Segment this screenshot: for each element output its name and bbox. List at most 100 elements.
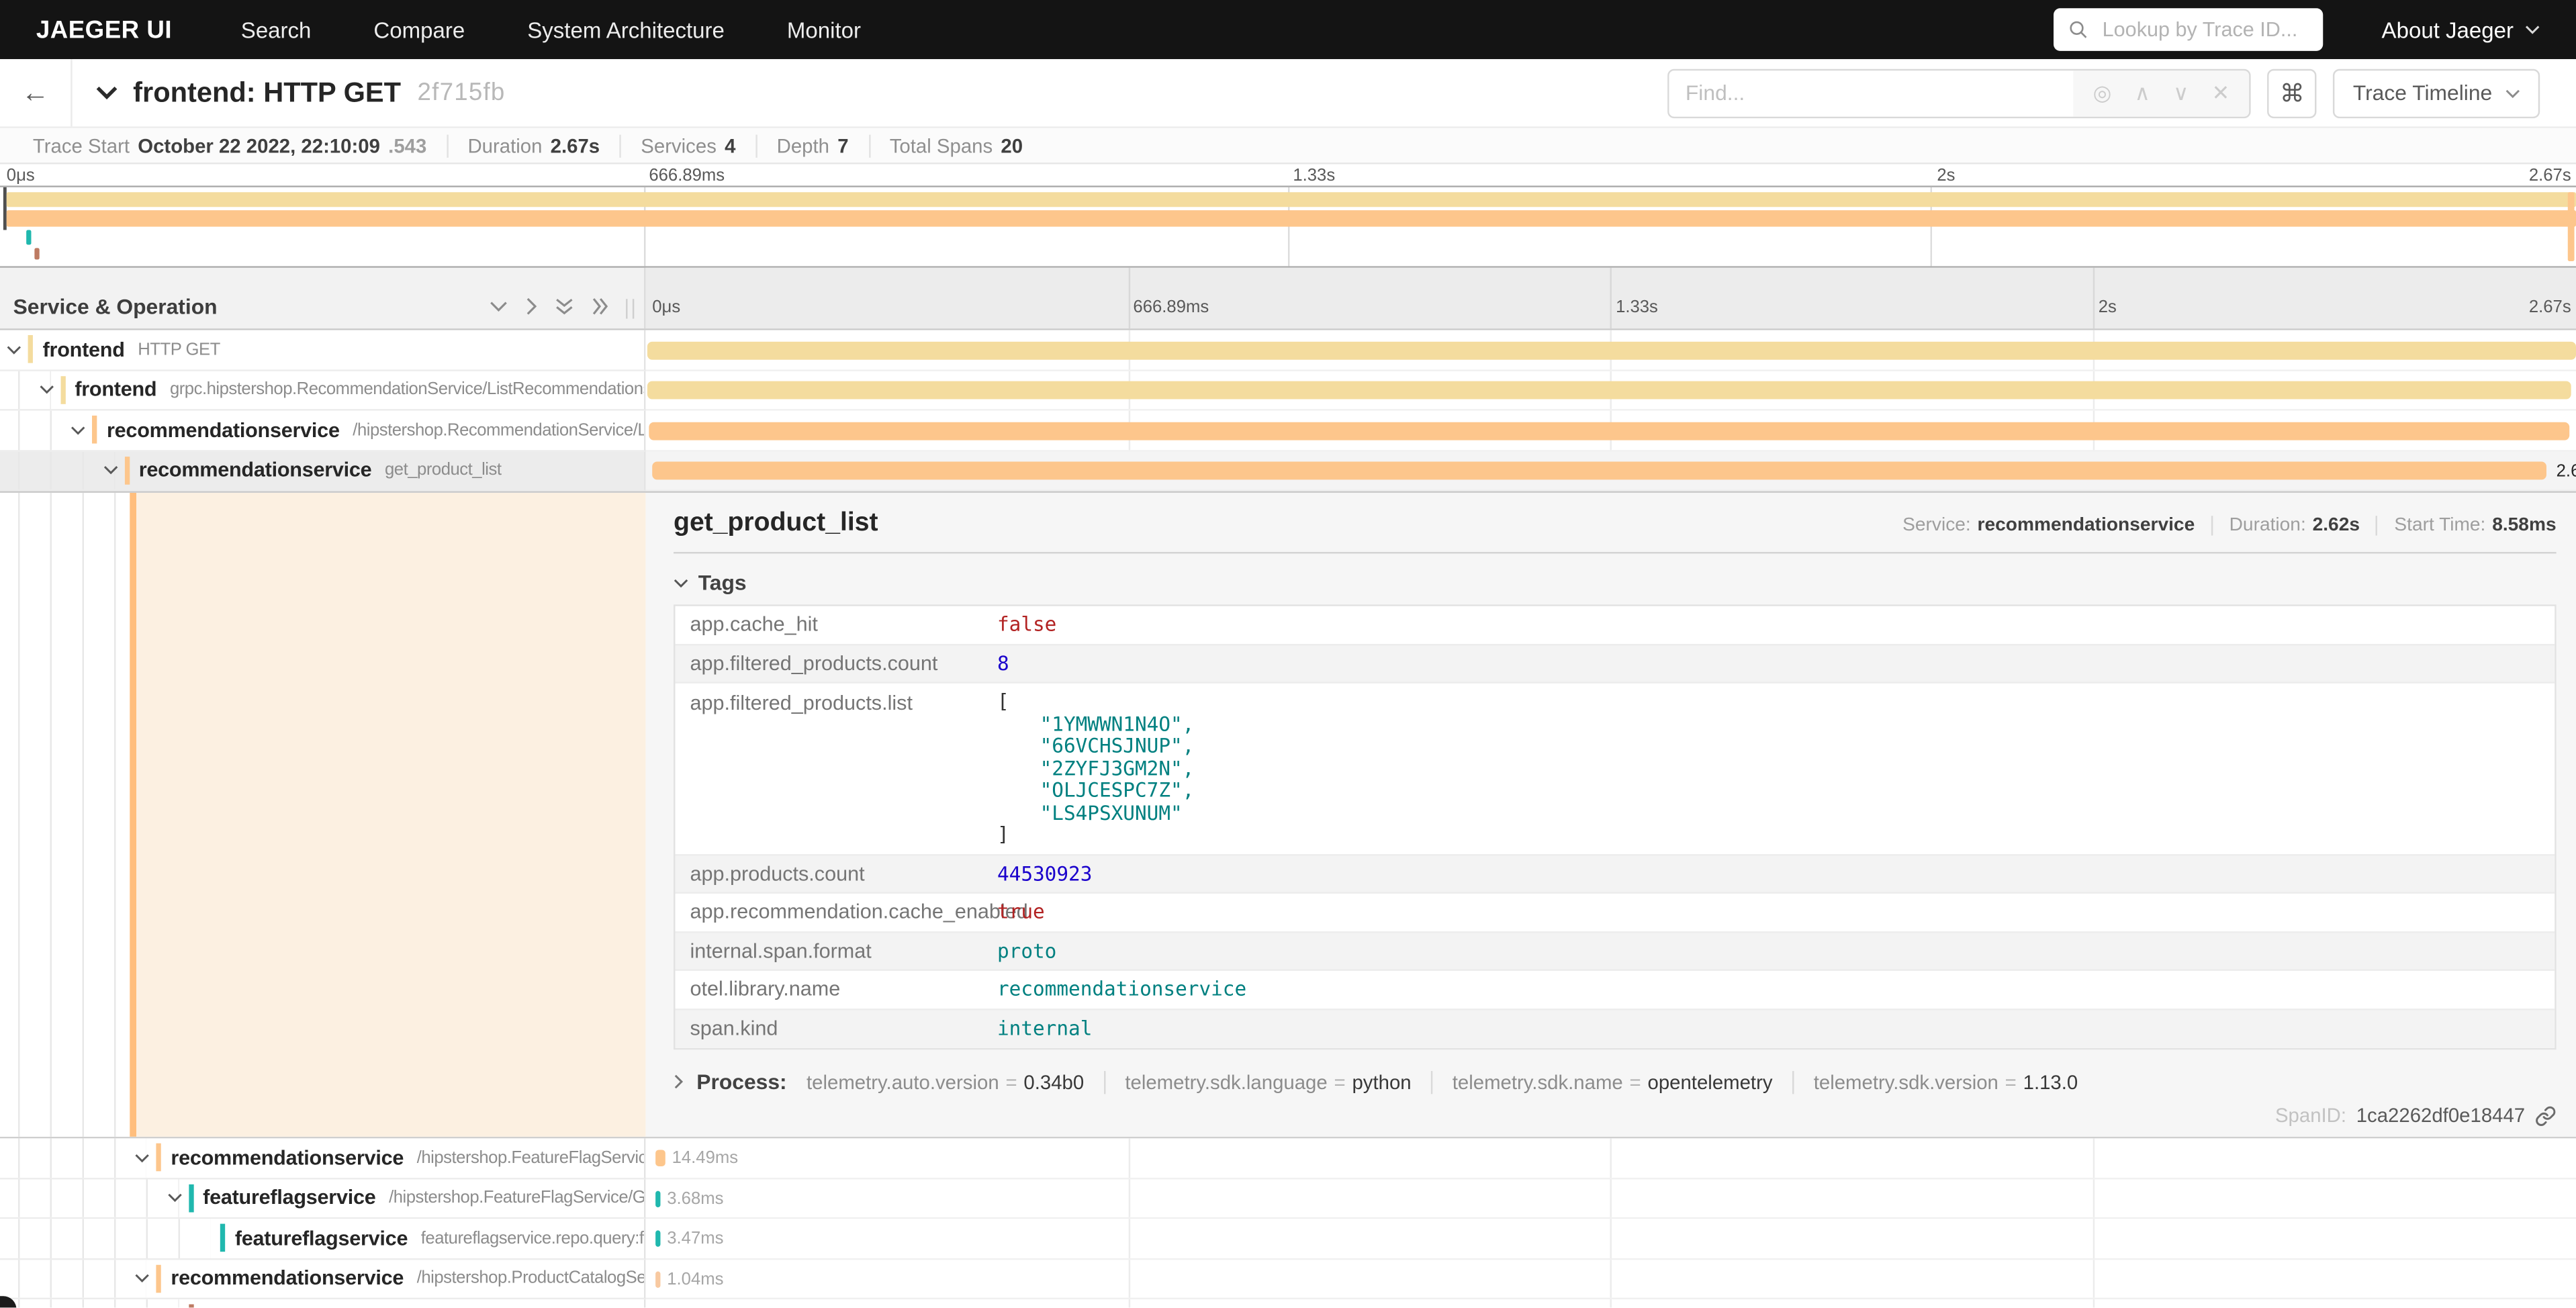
locate-span-icon[interactable]: ◎ (2093, 80, 2112, 106)
process-value: 0.34b0 (1023, 1070, 1084, 1093)
column-resize-grip[interactable] (626, 299, 634, 318)
span-name-cell[interactable]: recommendationservice /hipstershop.Produ… (0, 1259, 645, 1299)
tag-value: true (997, 900, 1045, 923)
span-name-cell[interactable] (0, 1299, 645, 1307)
tag-row: internal.span.format proto (675, 932, 2555, 970)
collapse-all-icon[interactable] (555, 297, 573, 316)
back-button[interactable]: ← (0, 59, 73, 126)
process-entry: telemetry.sdk.name = opentelemetry (1431, 1070, 1792, 1093)
about-jaeger-label: About Jaeger (2382, 17, 2514, 42)
meta-start-time: Start Time: 8.58ms (2376, 516, 2556, 535)
indent-guides (18, 493, 146, 1137)
trace-header-controls: ◎ ∧ ∨ ✕ ⌘ Trace Timeline (1667, 68, 2540, 118)
span-duration-bar[interactable] (655, 1190, 660, 1206)
span-row-recommendationservice-list[interactable]: recommendationservice /hipstershop.Recom… (0, 411, 2576, 451)
span-color-bar (220, 1224, 225, 1252)
span-name-cell[interactable]: frontend HTTP GET (0, 330, 645, 371)
minimap-span-bar (7, 210, 2576, 226)
process-section-toggle[interactable]: Process: telemetry.auto.version = 0.34b0… (674, 1070, 2557, 1094)
nav-item-monitor[interactable]: Monitor (787, 17, 861, 42)
process-key: telemetry.sdk.language (1125, 1070, 1327, 1093)
indent-guides (18, 1138, 146, 1176)
trace-id-lookup-input[interactable] (2099, 16, 2308, 42)
chevron-down-icon[interactable] (135, 1274, 150, 1284)
expand-all-icon[interactable] (592, 297, 610, 316)
minimap-span-bar (2568, 192, 2575, 261)
span-duration-bar[interactable] (649, 422, 2569, 440)
span-row-frontend-listrecommendations[interactable]: frontend grpc.hipstershop.Recommendation… (0, 371, 2576, 411)
span-row-get-product-list[interactable]: recommendationservice get_product_list 2… (0, 451, 2576, 492)
span-timeline-cell[interactable] (645, 411, 2576, 451)
find-clear-icon[interactable]: ✕ (2212, 80, 2230, 106)
span-timeline-cell[interactable] (645, 330, 2576, 371)
span-name-cell[interactable]: featureflagservice /hipstershop.FeatureF… (0, 1178, 645, 1219)
trace-id-short: 2f715fb (418, 79, 506, 107)
span-name-cell[interactable]: recommendationservice /hipstershop.Recom… (0, 411, 645, 451)
tag-row: app.products.count 44530923 (675, 855, 2555, 893)
summary-total-spans: Total Spans 20 (870, 134, 1042, 156)
minimap-span-bar (34, 248, 39, 259)
span-duration-bar[interactable] (647, 341, 2576, 359)
trace-minimap[interactable] (0, 185, 2576, 267)
summary-label: Depth (777, 134, 829, 156)
tag-key: span.kind (675, 1017, 997, 1040)
tag-value: 44530923 (997, 862, 1092, 885)
nav-item-search[interactable]: Search (241, 17, 312, 42)
minimap-tick: 0μs (7, 166, 35, 185)
span-row-partial[interactable] (0, 1299, 2576, 1307)
chevron-down-icon[interactable] (135, 1153, 150, 1163)
chevron-down-icon[interactable] (71, 425, 85, 435)
chevron-down-icon (2525, 25, 2540, 35)
span-duration-bar[interactable] (655, 1230, 660, 1246)
span-row-featureflag-check[interactable]: recommendationservice /hipstershop.Featu… (0, 1138, 2576, 1178)
span-name-cell[interactable]: featureflagservice featureflagservice.re… (0, 1219, 645, 1259)
collapse-one-icon[interactable] (490, 301, 508, 312)
app-brand[interactable]: JAEGER UI (36, 15, 172, 44)
nav-item-system-architecture[interactable]: System Architecture (527, 17, 725, 42)
span-duration-bar[interactable] (652, 461, 2546, 479)
copy-link-icon[interactable] (2535, 1105, 2557, 1126)
about-jaeger-menu[interactable]: About Jaeger (2382, 17, 2540, 42)
minimap-tick: 2.67s (2529, 166, 2571, 185)
span-row-featureflagservice-repo-query[interactable]: featureflagservice featureflagservice.re… (0, 1219, 2576, 1259)
meta-value: 8.58ms (2492, 516, 2556, 535)
find-input[interactable] (1669, 70, 2073, 116)
expand-one-icon[interactable] (526, 297, 537, 316)
find-prev-icon[interactable]: ∧ (2135, 80, 2150, 106)
tags-section-toggle[interactable]: Tags (674, 570, 2557, 595)
find-next-icon[interactable]: ∨ (2173, 80, 2189, 106)
process-value: 1.13.0 (2023, 1070, 2078, 1093)
trace-collapse-toggle[interactable] (95, 85, 118, 100)
span-duration-bar[interactable] (655, 1270, 660, 1287)
span-name-cell[interactable]: frontend grpc.hipstershop.Recommendation… (0, 371, 645, 411)
span-duration-label: 2.62s (2557, 461, 2576, 481)
chevron-down-icon[interactable] (38, 385, 53, 395)
span-timeline-cell[interactable]: 3.68ms (645, 1178, 2576, 1219)
span-name-cell[interactable]: recommendationservice get_product_list (0, 451, 645, 492)
chevron-down-icon[interactable] (7, 344, 21, 355)
chevron-down-icon[interactable] (103, 465, 118, 475)
nav-item-compare[interactable]: Compare (373, 17, 465, 42)
span-timeline-cell[interactable]: 14.49ms (645, 1138, 2576, 1178)
span-name-cell[interactable]: recommendationservice /hipstershop.Featu… (0, 1138, 645, 1178)
chevron-down-icon[interactable] (167, 1193, 181, 1203)
meta-duration: Duration: 2.62s (2211, 516, 2360, 535)
span-row-frontend-httpget[interactable]: frontend HTTP GET (0, 330, 2576, 371)
summary-label: Trace Start (33, 134, 130, 156)
span-row-productcatalog[interactable]: recommendationservice /hipstershop.Produ… (0, 1259, 2576, 1299)
keyboard-shortcuts-button[interactable]: ⌘ (2268, 68, 2317, 118)
list-item: "1YMWWN1N4O", (997, 714, 1194, 736)
span-timeline-cell[interactable] (645, 1299, 2576, 1307)
span-duration-bar[interactable] (647, 381, 2571, 400)
span-row-featureflagservice-get[interactable]: featureflagservice /hipstershop.FeatureF… (0, 1178, 2576, 1219)
span-timeline-cell[interactable]: 2.62s (645, 451, 2576, 492)
tree-controls (490, 297, 610, 319)
trace-view-selector[interactable]: Trace Timeline (2333, 68, 2540, 118)
span-timeline-cell[interactable]: 3.47ms (645, 1219, 2576, 1259)
span-timeline-cell[interactable] (645, 371, 2576, 411)
tag-value-list: [ "1YMWWN1N4O", "66VCHSJNUP", "2ZYFJ3GM2… (997, 692, 1194, 847)
span-timeline-cell[interactable]: 1.04ms (645, 1259, 2576, 1299)
span-duration-bar[interactable] (655, 1150, 665, 1166)
span-detail-row: get_product_list Service: recommendation… (0, 491, 2576, 1138)
trace-id-lookup[interactable] (2053, 8, 2322, 51)
